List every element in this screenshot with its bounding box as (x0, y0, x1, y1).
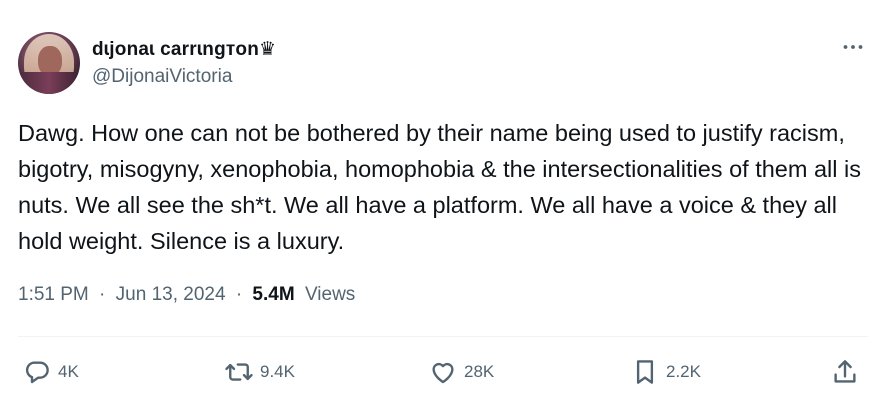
author-handle[interactable]: @DijonaiVictoria (92, 66, 232, 88)
tweet-meta: 1:51 PM · Jun 13, 2024 · 5.4M Views (18, 284, 355, 306)
reply-bubble-icon (25, 361, 49, 384)
more-options-button[interactable] (836, 32, 870, 62)
views-count[interactable]: 5.4M (252, 284, 294, 305)
bookmark-count: 2.2K (666, 362, 701, 381)
bookmark-button[interactable]: 2.2K (630, 355, 701, 389)
author-name-row[interactable]: dɩjonaɩ carrɩngтon♛ (92, 36, 276, 62)
like-button[interactable]: 28K (428, 355, 494, 389)
avatar-shade (18, 72, 80, 94)
more-horizontal-icon (843, 45, 863, 49)
heart-icon (432, 362, 454, 384)
retweet-count: 9.4K (260, 362, 295, 381)
views-label: Views (304, 284, 356, 305)
share-button[interactable] (830, 355, 860, 389)
avatar[interactable] (18, 32, 80, 94)
meta-separator: · (99, 284, 106, 305)
tweet-date[interactable]: Jun 13, 2024 (116, 284, 226, 305)
reply-count: 4K (58, 362, 79, 381)
tweet-text: Dawg. How one can not be bothered by the… (18, 120, 861, 254)
author-display-name[interactable]: dɩjonaɩ carrɩngтon♛ (92, 38, 276, 61)
retweet-button[interactable]: 9.4K (224, 355, 295, 389)
tweet-card: dɩjonaɩ carrɩngтon♛ @DijonaiVictoria Daw… (0, 0, 885, 406)
meta-separator: · (235, 284, 243, 305)
bookmark-icon (636, 360, 654, 384)
reply-button[interactable]: 4K (22, 355, 79, 389)
like-count: 28K (464, 362, 495, 381)
tweet-time[interactable]: 1:51 PM (18, 284, 89, 305)
divider (18, 336, 868, 337)
retweet-icon (225, 363, 253, 381)
share-upload-icon (834, 360, 856, 383)
